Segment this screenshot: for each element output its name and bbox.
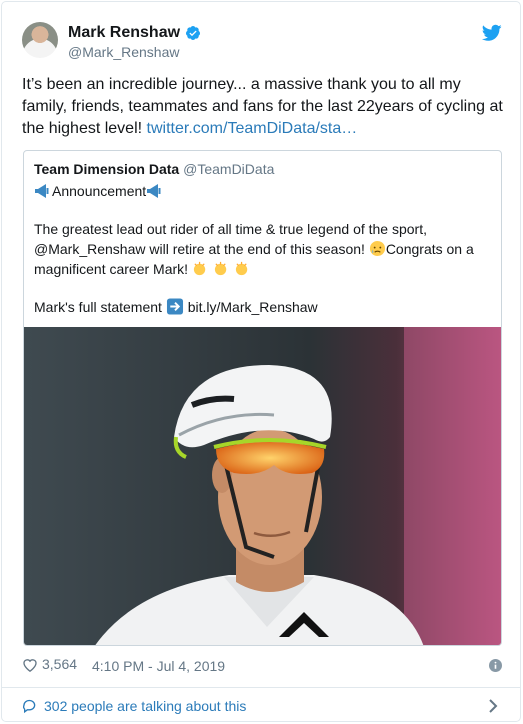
author-handle[interactable]: @Mark_Renshaw: [68, 44, 179, 60]
verified-badge-icon: [186, 26, 201, 40]
announcement-text: Announcement: [52, 183, 147, 199]
clapping-hands-icon: [193, 261, 206, 276]
cyclist-photo[interactable]: [24, 327, 501, 645]
info-icon[interactable]: [489, 659, 502, 672]
footer-divider: [2, 687, 520, 688]
announcement-line: Announcement: [34, 181, 494, 201]
arrow-right-icon: [166, 298, 183, 315]
heart-icon[interactable]: [22, 657, 38, 672]
quoted-author-name: Team Dimension Data: [34, 161, 180, 177]
megaphone-icon: [147, 184, 161, 198]
timestamp[interactable]: 4:10 PM - Jul 4, 2019: [92, 658, 225, 674]
clapping-hands-icon: [214, 261, 227, 276]
speech-bubble-icon: [23, 699, 36, 713]
tweet-header: Mark Renshaw @Mark_Renshaw: [22, 22, 502, 62]
crying-face-icon: [369, 240, 385, 257]
twitter-bird-icon[interactable]: [482, 24, 502, 42]
quoted-tweet[interactable]: Team Dimension Data @TeamDiData Announce…: [23, 150, 502, 646]
tweet-text: It’s been an incredible journey... a mas…: [22, 74, 506, 140]
quoted-header: Team Dimension Data @TeamDiData: [34, 161, 274, 177]
quoted-author-handle: @TeamDiData: [183, 161, 275, 177]
conversation-link[interactable]: 302 people are talking about this: [22, 698, 246, 714]
clapping-hands-icon: [235, 261, 247, 276]
avatar[interactable]: [22, 22, 58, 58]
author-name[interactable]: Mark Renshaw: [68, 24, 180, 42]
statement-link[interactable]: bit.ly/Mark_Renshaw: [188, 299, 318, 315]
like-count: 3,564: [42, 656, 78, 672]
statement-line: Mark's full statement bit.ly/Mark_Rensha…: [34, 297, 494, 317]
quoted-body: Announcement The greatest lead out rider…: [34, 181, 494, 335]
statement-prefix: Mark's full statement: [34, 299, 162, 315]
author-line: Mark Renshaw: [68, 24, 201, 42]
tweet-link[interactable]: twitter.com/TeamDiData/sta…: [147, 120, 358, 137]
talking-count[interactable]: 302 people are talking about this: [44, 698, 246, 714]
cyclist-photo-image: [24, 327, 501, 645]
megaphone-icon: [35, 184, 49, 198]
like-button[interactable]: 3,564: [22, 656, 77, 672]
tweet-card: Mark Renshaw @Mark_Renshaw It’s been an …: [1, 1, 521, 722]
tweet-footer: 3,564 4:10 PM - Jul 4, 2019: [22, 656, 502, 676]
chevron-right-icon[interactable]: [488, 699, 498, 713]
quoted-main-text: The greatest lead out rider of all time …: [34, 219, 494, 279]
